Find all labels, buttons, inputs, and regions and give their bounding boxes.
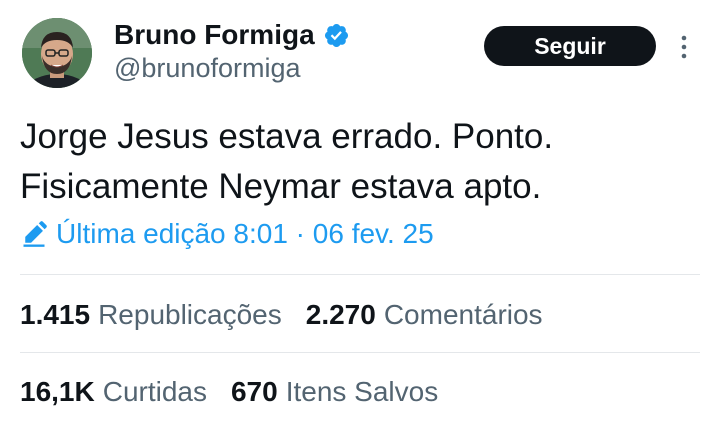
tweet-text-line: Jorge Jesus estava errado. Ponto.	[20, 117, 554, 156]
more-vertical-icon[interactable]	[676, 32, 692, 62]
verified-badge-icon	[324, 23, 348, 47]
comments-stat[interactable]: 2.270 Comentários	[306, 299, 543, 331]
comments-count: 2.270	[305, 299, 376, 330]
likes-count: 16,1K	[20, 376, 95, 407]
comments-label: Comentários	[383, 299, 543, 330]
reposts-label: Republicações	[98, 299, 282, 330]
avatar[interactable]	[22, 18, 92, 88]
tweet-card: Bruno Formiga @brunoformiga Seguir Jorge…	[0, 0, 720, 441]
stats-row-likes: 16,1K Curtidas 670 Itens Salvos	[20, 372, 462, 412]
likes-label: Curtidas	[102, 376, 207, 407]
bookmarks-label: Itens Salvos	[285, 376, 439, 407]
divider	[20, 274, 700, 275]
author-handle[interactable]: @brunoformiga	[114, 53, 301, 84]
likes-stat[interactable]: 16,1K Curtidas	[20, 376, 207, 408]
avatar-image	[22, 18, 92, 88]
pencil-icon	[23, 221, 47, 247]
bookmarks-stat[interactable]: 670 Itens Salvos	[231, 376, 438, 408]
tweet-text: Jorge Jesus estava errado. Ponto. Fisica…	[20, 112, 700, 212]
edit-history-link[interactable]: Última edição 8:01 · 06 fev. 25	[20, 214, 434, 254]
edit-history-text: Última edição 8:01 · 06 fev. 25	[56, 218, 434, 249]
reposts-stat[interactable]: 1.415 Republicações	[20, 299, 282, 331]
author-name-row: Bruno Formiga	[114, 15, 350, 55]
stats-row-engagement: 1.415 Republicações 2.270 Comentários	[20, 295, 567, 335]
bookmarks-count: 670	[230, 376, 278, 407]
tweet-text-line: Fisicamente Neymar estava apto.	[20, 167, 542, 206]
divider	[20, 352, 700, 353]
follow-button[interactable]: Seguir	[484, 26, 656, 66]
reposts-count: 1.415	[20, 299, 91, 330]
author-display-name[interactable]: Bruno Formiga	[114, 19, 315, 51]
